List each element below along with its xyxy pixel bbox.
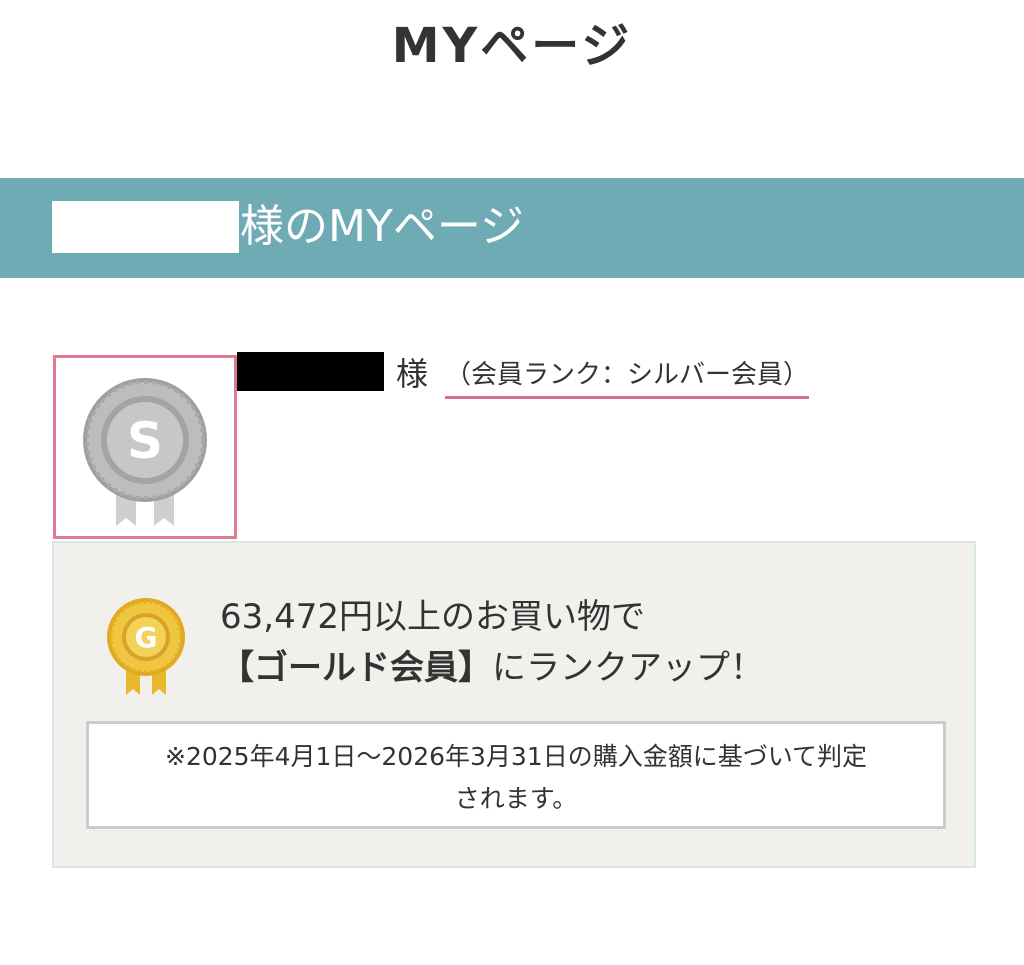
rank-note-line-2: されます。 xyxy=(454,784,578,813)
target-rank-label: 【ゴールド会員】 xyxy=(220,648,492,688)
member-rank-badge: S xyxy=(53,355,237,539)
redacted-member-name xyxy=(237,352,384,391)
rank-up-threshold-text: 63,472円以上のお買い物で xyxy=(220,597,645,637)
rank-up-panel: G 63,472円以上のお買い物で 【ゴールド会員】にランクアップ！ ※2025… xyxy=(52,541,976,868)
member-honorific: 様 xyxy=(396,355,429,393)
rank-note-line-1: ※2025年4月1日〜2026年3月31日の購入金額に基づいて判定 xyxy=(165,742,867,771)
my-page-banner: 様のMYページ xyxy=(0,178,1024,278)
gold-medal-icon: G xyxy=(107,598,185,695)
page-title: MYページ xyxy=(391,18,633,74)
gold-medal-letter: G xyxy=(135,621,158,654)
rank-note-text: ※2025年4月1日〜2026年3月31日の購入金額に基づいて判定 されます。 xyxy=(89,736,943,820)
banner-title: 様のMYページ xyxy=(240,201,524,252)
rank-up-suffix: にランクアップ！ xyxy=(492,648,764,688)
silver-medal-icon: S xyxy=(83,378,207,526)
rank-note-box: ※2025年4月1日〜2026年3月31日の購入金額に基づいて判定 されます。 xyxy=(86,721,946,829)
rank-up-message: 【ゴールド会員】にランクアップ！ xyxy=(220,644,764,692)
silver-medal-letter: S xyxy=(127,412,163,470)
member-rank-label: （会員ランク：シルバー会員） xyxy=(445,356,810,399)
redacted-user-name xyxy=(52,201,239,253)
